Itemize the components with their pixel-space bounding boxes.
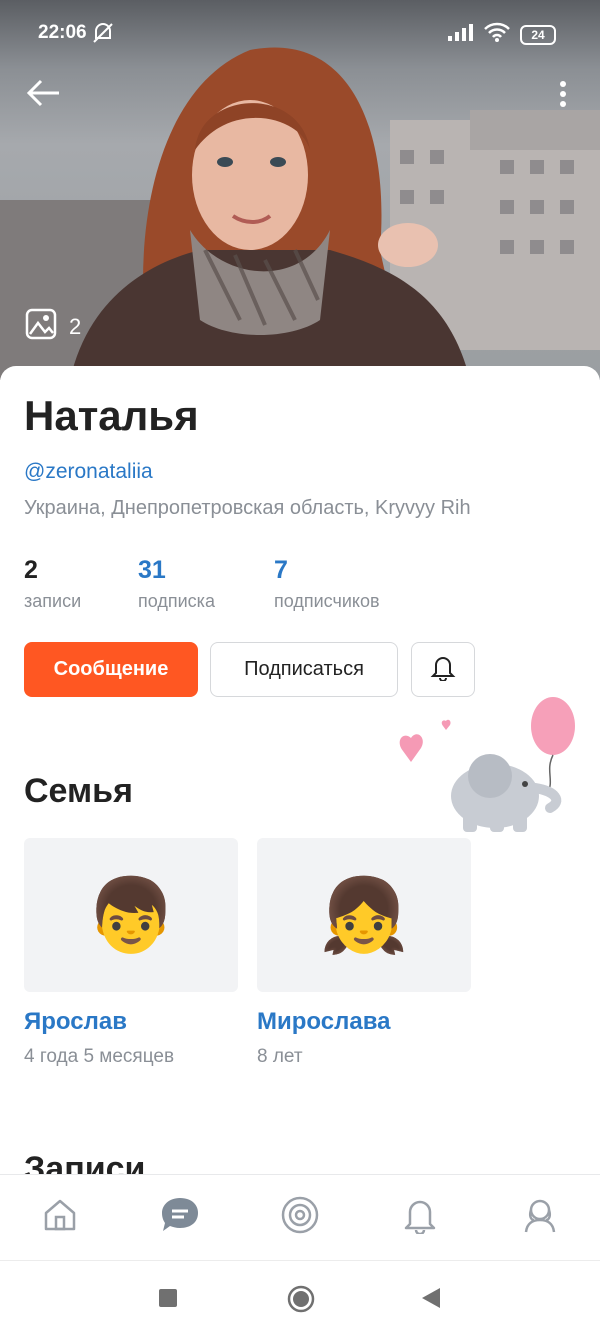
stat-following-value: 31 <box>138 556 166 584</box>
nav-messages[interactable] <box>158 1195 202 1239</box>
system-back-icon[interactable] <box>420 1287 442 1314</box>
status-time: 22:06 <box>38 22 87 43</box>
messages-icon <box>160 1196 200 1239</box>
family-member-age: 4 года 5 месяцев <box>24 1046 175 1067</box>
photo-count[interactable]: 2 <box>25 308 81 346</box>
message-button[interactable]: Сообщение <box>24 642 198 697</box>
stat-posts-label: записи <box>24 591 82 611</box>
nav-home[interactable] <box>38 1195 82 1239</box>
notify-button[interactable] <box>411 642 475 697</box>
stat-following[interactable]: 31 подписка <box>138 556 215 612</box>
bell-icon <box>430 653 456 686</box>
family-section-title: Семья <box>24 772 133 810</box>
home-circle-icon[interactable] <box>287 1285 315 1318</box>
more-options-icon[interactable] <box>552 80 574 113</box>
profile-icon <box>521 1196 559 1239</box>
discover-icon <box>281 1196 319 1239</box>
nav-profile[interactable] <box>518 1195 562 1239</box>
signal-icon <box>448 23 474 46</box>
family-member-name[interactable]: Мирослава <box>257 1008 390 1036</box>
profile-location: Украина, Днепропетровская область, Kryvy… <box>24 497 471 519</box>
profile-cover-photo[interactable]: 22:06 24 2 <box>0 0 600 380</box>
profile-handle[interactable]: @zeronataliia <box>24 460 153 484</box>
home-icon <box>42 1197 78 1238</box>
family-member-name[interactable]: Ярослав <box>24 1008 127 1036</box>
boy-emoji-icon: 👦 <box>86 875 176 956</box>
family-member-age: 8 лет <box>257 1046 303 1067</box>
subscribe-button[interactable]: Подписаться <box>210 642 398 697</box>
bottom-navigation <box>0 1174 600 1261</box>
back-arrow-icon[interactable] <box>26 78 62 113</box>
nav-discover[interactable] <box>278 1195 322 1239</box>
girl-emoji-icon: 👧 <box>319 875 409 956</box>
recent-apps-icon[interactable] <box>159 1289 177 1307</box>
notifications-icon <box>403 1196 437 1239</box>
elephant-balloon-sticker <box>395 696 585 841</box>
photo-count-value: 2 <box>69 314 82 339</box>
stat-followers[interactable]: 7 подписчиков <box>274 556 380 612</box>
stat-following-label: подписка <box>138 591 215 611</box>
mute-alarm-icon <box>90 20 116 51</box>
family-member-card[interactable]: 👧 <box>257 838 471 992</box>
nav-notifications[interactable] <box>398 1195 442 1239</box>
family-member-card[interactable]: 👦 <box>24 838 238 992</box>
image-gallery-icon <box>25 308 57 346</box>
status-bar: 22:06 24 <box>0 0 600 64</box>
stat-posts[interactable]: 2 записи <box>24 556 81 612</box>
battery-indicator: 24 <box>520 24 556 45</box>
stat-followers-label: подписчиков <box>274 591 380 611</box>
stat-followers-value: 7 <box>274 556 288 584</box>
system-navigation-bar <box>0 1260 600 1333</box>
wifi-icon <box>484 22 510 47</box>
stat-posts-value: 2 <box>24 556 38 584</box>
profile-name: Наталья <box>24 392 199 439</box>
